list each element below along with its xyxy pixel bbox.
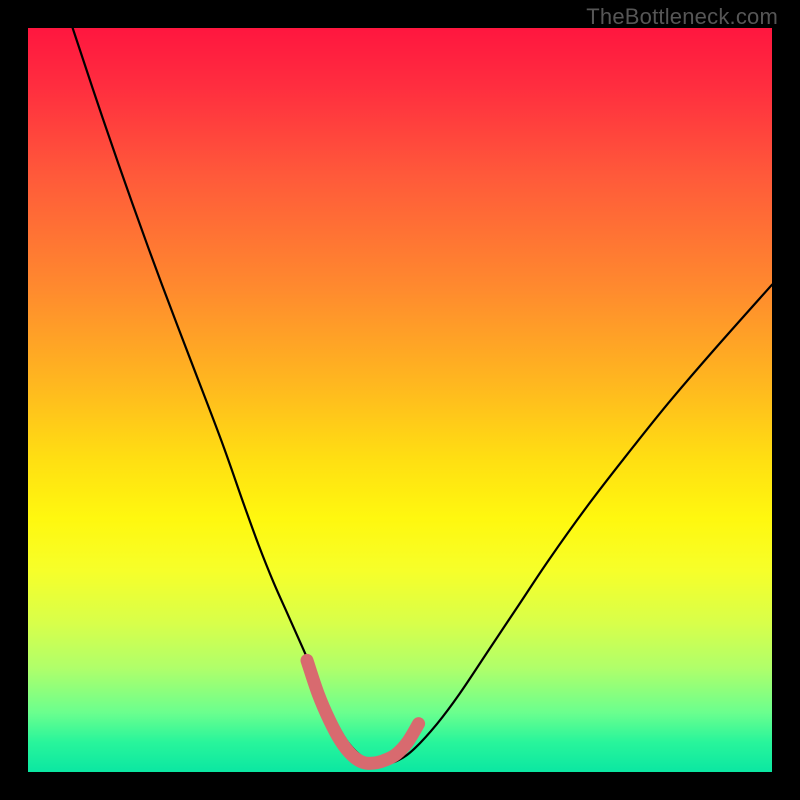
chart-frame: TheBottleneck.com (0, 0, 800, 800)
optimal-band-highlight (307, 660, 419, 763)
chart-svg (28, 28, 772, 772)
watermark-label: TheBottleneck.com (586, 4, 778, 30)
plot-area (28, 28, 772, 772)
bottleneck-curve (73, 28, 772, 764)
